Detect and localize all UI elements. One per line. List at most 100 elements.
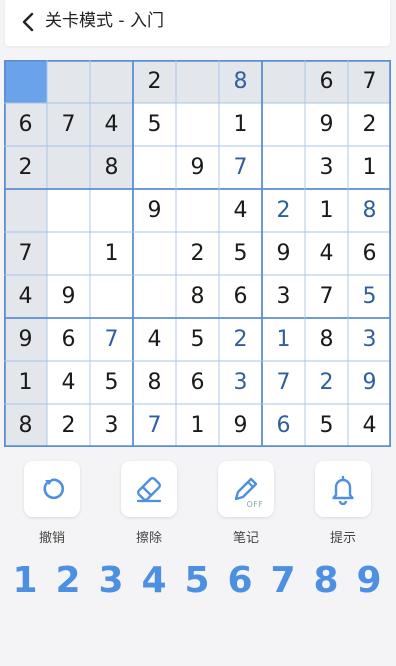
sudoku-cell[interactable] bbox=[4, 60, 47, 103]
sudoku-cell[interactable]: 7 bbox=[133, 404, 176, 447]
undo-button[interactable] bbox=[24, 461, 80, 517]
sudoku-cell[interactable]: 2 bbox=[47, 404, 90, 447]
sudoku-cell[interactable]: 7 bbox=[348, 60, 391, 103]
sudoku-cell[interactable]: 9 bbox=[4, 318, 47, 361]
erase-label: 擦除 bbox=[135, 531, 162, 546]
sudoku-cell[interactable]: 8 bbox=[305, 318, 348, 361]
sudoku-cell[interactable] bbox=[47, 60, 90, 103]
sudoku-cell[interactable]: 9 bbox=[219, 404, 262, 447]
sudoku-cell[interactable]: 6 bbox=[219, 275, 262, 318]
sudoku-cell[interactable]: 4 bbox=[90, 103, 133, 146]
sudoku-cell[interactable]: 2 bbox=[133, 60, 176, 103]
sudoku-cell[interactable]: 4 bbox=[348, 404, 391, 447]
sudoku-cell[interactable] bbox=[176, 189, 219, 232]
sudoku-cell[interactable]: 5 bbox=[305, 404, 348, 447]
number-pad-3[interactable]: 3 bbox=[91, 556, 131, 606]
sudoku-cell[interactable]: 1 bbox=[4, 361, 47, 404]
sudoku-cell[interactable] bbox=[47, 146, 90, 189]
sudoku-cell[interactable] bbox=[176, 103, 219, 146]
sudoku-cell[interactable]: 8 bbox=[133, 361, 176, 404]
sudoku-cell[interactable]: 5 bbox=[219, 232, 262, 275]
top-bar: 关卡模式 - 入门 bbox=[5, 0, 390, 46]
sudoku-cell[interactable]: 2 bbox=[348, 103, 391, 146]
sudoku-cell[interactable]: 7 bbox=[305, 275, 348, 318]
sudoku-cell[interactable]: 2 bbox=[4, 146, 47, 189]
sudoku-cell[interactable]: 3 bbox=[305, 146, 348, 189]
sudoku-cell[interactable]: 4 bbox=[133, 318, 176, 361]
sudoku-cell[interactable]: 4 bbox=[4, 275, 47, 318]
sudoku-cell[interactable]: 8 bbox=[4, 404, 47, 447]
sudoku-cell[interactable]: 9 bbox=[176, 146, 219, 189]
sudoku-board: 2867674519228973194218712594649863759674… bbox=[4, 60, 391, 447]
sudoku-cell[interactable]: 5 bbox=[133, 103, 176, 146]
sudoku-cell[interactable]: 1 bbox=[348, 146, 391, 189]
sudoku-cell[interactable]: 9 bbox=[133, 189, 176, 232]
sudoku-cell[interactable] bbox=[90, 189, 133, 232]
number-pad-5[interactable]: 5 bbox=[177, 556, 217, 606]
erase-button[interactable] bbox=[121, 461, 177, 517]
sudoku-cell[interactable]: 8 bbox=[348, 189, 391, 232]
sudoku-cell[interactable]: 6 bbox=[348, 232, 391, 275]
sudoku-cell[interactable]: 5 bbox=[176, 318, 219, 361]
page-title: 关卡模式 - 入门 bbox=[45, 11, 164, 31]
sudoku-cell[interactable]: 1 bbox=[219, 103, 262, 146]
sudoku-cell[interactable]: 2 bbox=[176, 232, 219, 275]
sudoku-cell[interactable]: 6 bbox=[305, 60, 348, 103]
sudoku-cell[interactable]: 6 bbox=[262, 404, 305, 447]
sudoku-cell[interactable] bbox=[262, 60, 305, 103]
sudoku-cell[interactable]: 7 bbox=[4, 232, 47, 275]
notes-button[interactable]: OFF bbox=[218, 461, 274, 517]
number-pad-4[interactable]: 4 bbox=[134, 556, 174, 606]
sudoku-cell[interactable]: 6 bbox=[4, 103, 47, 146]
number-pad-8[interactable]: 8 bbox=[306, 556, 346, 606]
sudoku-cell[interactable]: 8 bbox=[176, 275, 219, 318]
sudoku-cell[interactable] bbox=[133, 275, 176, 318]
sudoku-cell[interactable]: 7 bbox=[262, 361, 305, 404]
sudoku-cell[interactable]: 7 bbox=[219, 146, 262, 189]
sudoku-cell[interactable]: 4 bbox=[47, 361, 90, 404]
sudoku-cell[interactable]: 8 bbox=[90, 146, 133, 189]
sudoku-cell[interactable]: 1 bbox=[305, 189, 348, 232]
sudoku-cell[interactable]: 6 bbox=[176, 361, 219, 404]
sudoku-cell[interactable]: 6 bbox=[47, 318, 90, 361]
number-pad-1[interactable]: 1 bbox=[5, 556, 45, 606]
number-pad-7[interactable]: 7 bbox=[263, 556, 303, 606]
sudoku-cell[interactable]: 1 bbox=[90, 232, 133, 275]
sudoku-cell[interactable] bbox=[47, 232, 90, 275]
number-pad-9[interactable]: 9 bbox=[349, 556, 389, 606]
sudoku-cell[interactable] bbox=[262, 146, 305, 189]
hint-label: 提示 bbox=[329, 531, 356, 546]
sudoku-cell[interactable]: 3 bbox=[262, 275, 305, 318]
sudoku-cell[interactable]: 7 bbox=[90, 318, 133, 361]
number-pad-6[interactable]: 6 bbox=[220, 556, 260, 606]
sudoku-cell[interactable]: 8 bbox=[219, 60, 262, 103]
sudoku-cell[interactable]: 7 bbox=[47, 103, 90, 146]
sudoku-cell[interactable]: 4 bbox=[219, 189, 262, 232]
hint-button[interactable] bbox=[315, 461, 371, 517]
sudoku-cell[interactable]: 9 bbox=[348, 361, 391, 404]
sudoku-cell[interactable]: 9 bbox=[305, 103, 348, 146]
sudoku-cell[interactable] bbox=[47, 189, 90, 232]
sudoku-cell[interactable]: 5 bbox=[348, 275, 391, 318]
sudoku-cell[interactable]: 9 bbox=[47, 275, 90, 318]
sudoku-cell[interactable] bbox=[133, 232, 176, 275]
sudoku-cell[interactable] bbox=[176, 60, 219, 103]
sudoku-cell[interactable] bbox=[4, 189, 47, 232]
sudoku-cell[interactable]: 2 bbox=[219, 318, 262, 361]
sudoku-cell[interactable] bbox=[262, 103, 305, 146]
sudoku-cell[interactable]: 4 bbox=[305, 232, 348, 275]
number-pad-2[interactable]: 2 bbox=[48, 556, 88, 606]
sudoku-cell[interactable] bbox=[133, 146, 176, 189]
sudoku-cell[interactable]: 2 bbox=[262, 189, 305, 232]
sudoku-cell[interactable]: 5 bbox=[90, 361, 133, 404]
sudoku-cell[interactable]: 9 bbox=[262, 232, 305, 275]
sudoku-cell[interactable]: 3 bbox=[219, 361, 262, 404]
sudoku-cell[interactable]: 3 bbox=[90, 404, 133, 447]
sudoku-cell[interactable]: 1 bbox=[262, 318, 305, 361]
sudoku-cell[interactable] bbox=[90, 60, 133, 103]
sudoku-cell[interactable]: 2 bbox=[305, 361, 348, 404]
chevron-left-icon[interactable] bbox=[17, 10, 41, 34]
sudoku-cell[interactable]: 3 bbox=[348, 318, 391, 361]
sudoku-cell[interactable]: 1 bbox=[176, 404, 219, 447]
sudoku-cell[interactable] bbox=[90, 275, 133, 318]
